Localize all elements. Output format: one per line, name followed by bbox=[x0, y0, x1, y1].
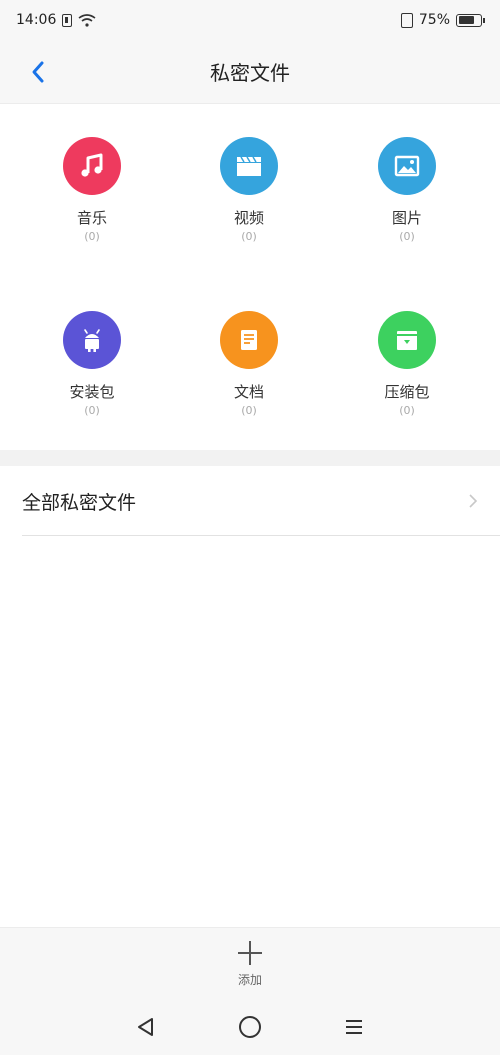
chevron-left-icon bbox=[32, 61, 44, 83]
nav-home-button[interactable] bbox=[234, 1011, 266, 1043]
triangle-back-icon bbox=[138, 1018, 153, 1036]
category-count: (0) bbox=[241, 404, 257, 417]
add-button[interactable]: 添加 bbox=[236, 939, 264, 988]
battery-icon bbox=[456, 13, 485, 27]
chevron-right-icon bbox=[469, 494, 478, 508]
image-icon bbox=[394, 155, 420, 177]
category-count: (0) bbox=[241, 230, 257, 243]
status-bar: 14:06 75% bbox=[0, 0, 500, 40]
section-separator bbox=[0, 450, 500, 466]
back-button[interactable] bbox=[22, 56, 54, 88]
wifi-icon bbox=[78, 13, 96, 27]
sim-icon bbox=[62, 13, 73, 27]
video-circle bbox=[220, 137, 278, 195]
status-right: 75% bbox=[400, 12, 485, 28]
document-circle bbox=[220, 311, 278, 369]
category-label: 视频 bbox=[233, 209, 264, 227]
battery-percent: 75% bbox=[418, 12, 450, 28]
category-apk[interactable]: 安装包 (0) bbox=[32, 311, 152, 417]
add-bar: 添加 bbox=[0, 927, 500, 999]
battery-fill bbox=[458, 16, 475, 24]
document-icon bbox=[241, 330, 257, 350]
category-count: (0) bbox=[84, 230, 100, 243]
all-private-files-label: 全部私密文件 bbox=[22, 491, 137, 514]
vibrate-icon bbox=[400, 12, 413, 28]
system-nav-bar bbox=[0, 999, 500, 1055]
circle-home-icon bbox=[239, 1016, 261, 1038]
category-video[interactable]: 视频 (0) bbox=[189, 137, 309, 243]
category-count: (0) bbox=[399, 404, 415, 417]
category-music[interactable]: 音乐 (0) bbox=[32, 137, 152, 243]
category-grid: 音乐 (0) 视频 (0) 图片 (0) 安装包 (0) 文档 (0) 压缩包 … bbox=[0, 105, 500, 450]
category-count: (0) bbox=[399, 230, 415, 243]
category-label: 文档 bbox=[233, 383, 264, 401]
add-label: 添加 bbox=[237, 973, 262, 987]
music-note-icon bbox=[81, 153, 103, 177]
menu-icon bbox=[346, 1020, 362, 1034]
category-document[interactable]: 文档 (0) bbox=[189, 311, 309, 417]
archive-circle bbox=[378, 311, 436, 369]
page-title: 私密文件 bbox=[210, 61, 290, 85]
category-label: 音乐 bbox=[76, 209, 107, 227]
status-left: 14:06 bbox=[16, 12, 96, 28]
category-label: 安装包 bbox=[69, 383, 115, 401]
status-time: 14:06 bbox=[16, 12, 57, 28]
category-count: (0) bbox=[84, 404, 100, 417]
header: 私密文件 bbox=[0, 40, 500, 104]
image-circle bbox=[378, 137, 436, 195]
category-label: 图片 bbox=[391, 209, 422, 227]
film-clapper-icon bbox=[237, 156, 261, 176]
all-private-files-row[interactable]: 全部私密文件 bbox=[0, 466, 500, 536]
music-circle bbox=[63, 137, 121, 195]
plus-icon bbox=[238, 941, 262, 965]
category-label: 压缩包 bbox=[384, 383, 430, 401]
apk-circle bbox=[63, 311, 121, 369]
nav-back-button[interactable] bbox=[130, 1011, 162, 1043]
archive-icon bbox=[397, 331, 417, 350]
category-archive[interactable]: 压缩包 (0) bbox=[347, 311, 467, 417]
nav-menu-button[interactable] bbox=[338, 1011, 370, 1043]
row-divider bbox=[22, 535, 500, 536]
android-icon bbox=[84, 329, 100, 352]
category-image[interactable]: 图片 (0) bbox=[347, 137, 467, 243]
